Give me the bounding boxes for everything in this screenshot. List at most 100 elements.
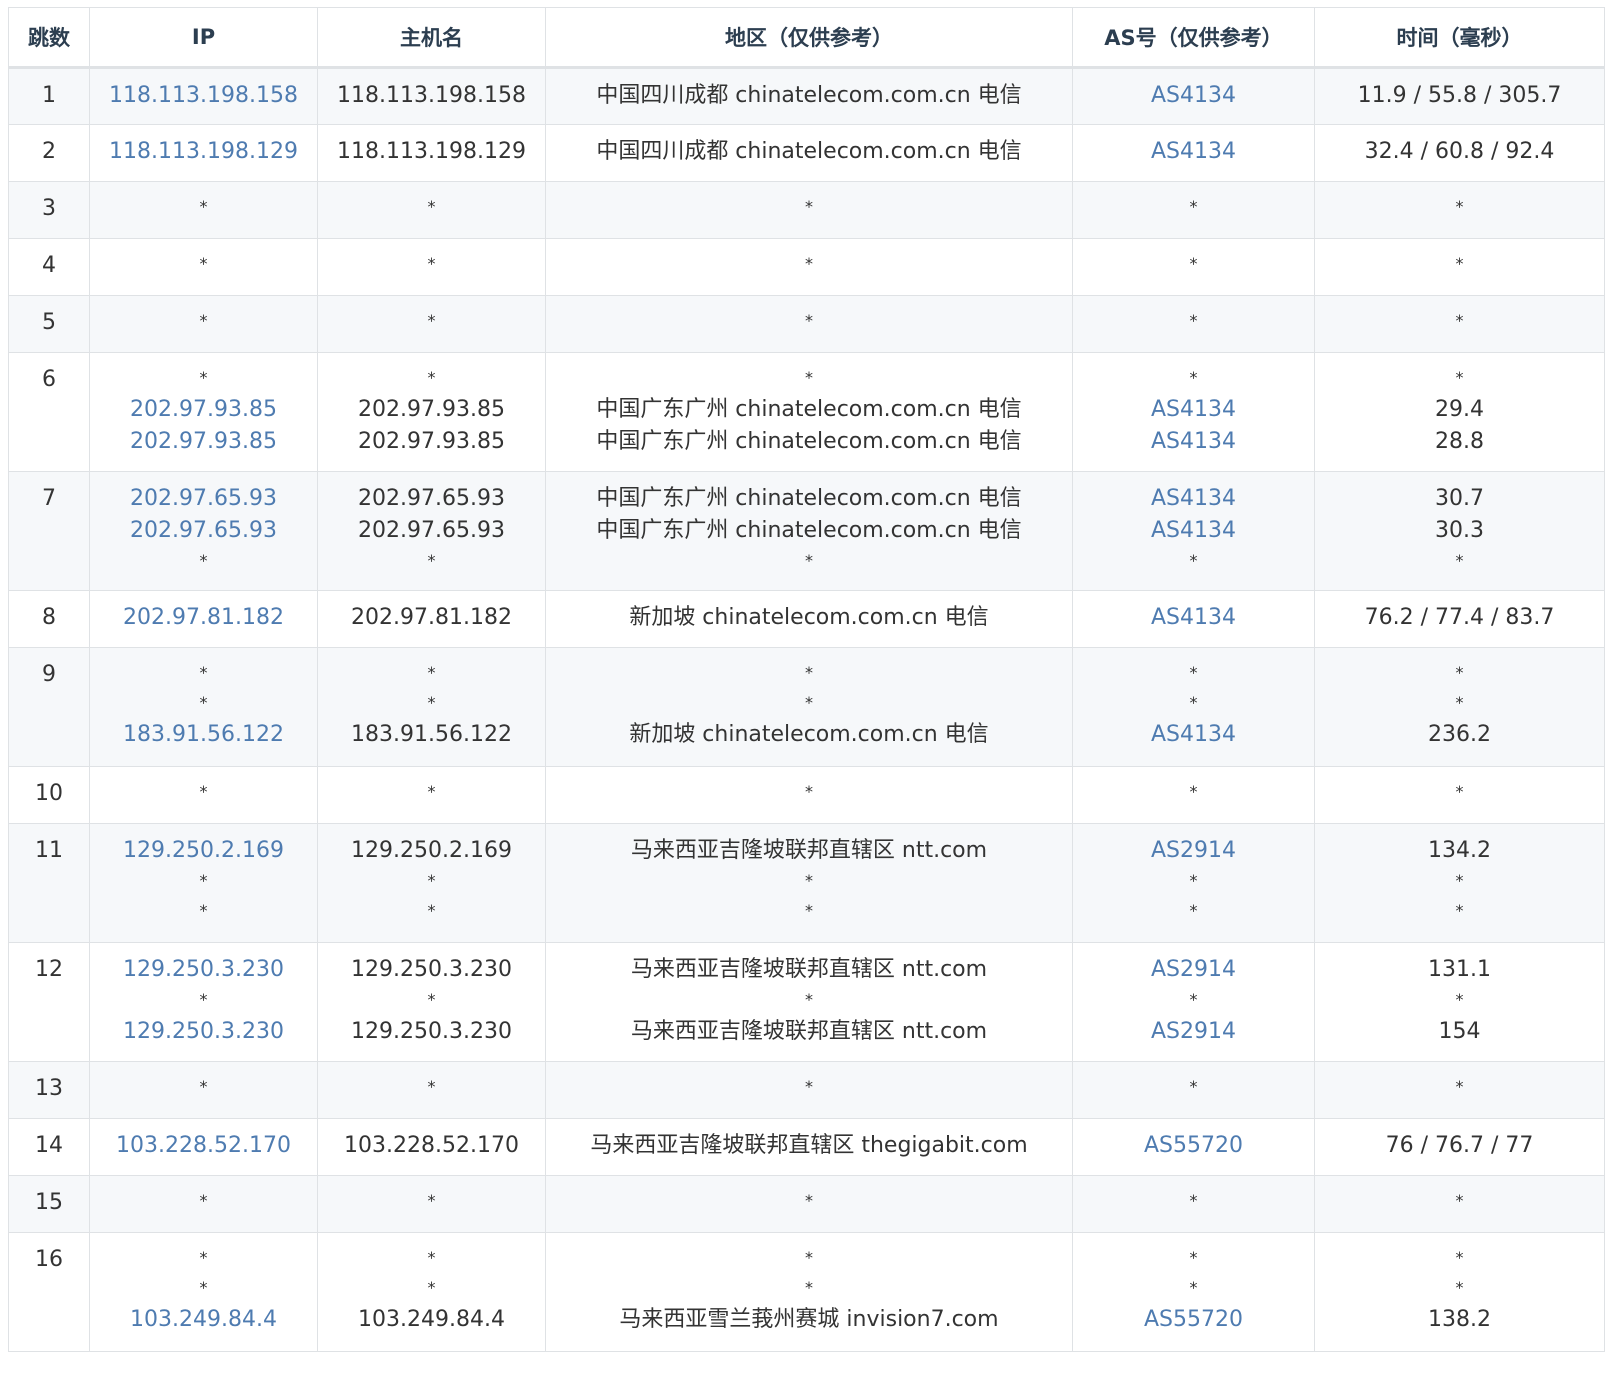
table-row: 16 * * 103.249.84.4 * * 103.249.84.4 * * 马来西亚雪兰莪州… bbox=[8, 1232, 1605, 1352]
ip-cell: * * 103.249.84.4 bbox=[89, 1232, 318, 1352]
hop-cell: 12 bbox=[8, 942, 90, 1062]
as-cell: AS4134 bbox=[1072, 124, 1315, 182]
as-value-link[interactable]: AS2914 bbox=[1077, 954, 1310, 986]
timeout-marker: * bbox=[427, 368, 436, 387]
hostname-cell: * bbox=[317, 238, 546, 296]
timeout-marker: * bbox=[199, 871, 208, 890]
ip-value-link[interactable]: 202.97.81.182 bbox=[94, 602, 313, 634]
host-value: 118.113.198.158 bbox=[337, 83, 526, 108]
ip-value-link[interactable]: 202.97.93.85 bbox=[94, 426, 313, 458]
hostname-cell: * * 183.91.56.122 bbox=[317, 647, 546, 767]
timeout-marker: * bbox=[199, 990, 208, 1009]
as-value-link[interactable]: AS4134 bbox=[1077, 426, 1310, 458]
as-value-link[interactable]: AS4134 bbox=[1077, 136, 1310, 168]
as-value-link[interactable]: AS4134 bbox=[1077, 515, 1310, 547]
ip-value-link[interactable]: 202.97.93.85 bbox=[94, 394, 313, 426]
ip-value-link[interactable]: 129.250.3.230 bbox=[94, 1016, 313, 1048]
timeout-marker: * bbox=[199, 551, 208, 570]
as-value-link[interactable]: AS55720 bbox=[1077, 1130, 1310, 1162]
as-value-link[interactable]: AS2914 bbox=[1077, 835, 1310, 867]
timeout-marker: * bbox=[427, 1077, 436, 1096]
time-cell: * bbox=[1314, 766, 1605, 824]
timeout-marker: * bbox=[1455, 782, 1464, 801]
timeout-marker: * bbox=[427, 551, 436, 570]
hop-number: 1 bbox=[42, 83, 56, 108]
hop-number: 12 bbox=[35, 957, 63, 982]
ip-cell: * bbox=[89, 181, 318, 239]
ip-value-link[interactable]: 129.250.3.230 bbox=[94, 954, 313, 986]
as-value-link[interactable]: AS4134 bbox=[1077, 80, 1310, 112]
ip-value-link[interactable]: 202.97.65.93 bbox=[94, 483, 313, 515]
table-row: 15 * * * * * bbox=[8, 1175, 1605, 1233]
timeout-marker: * bbox=[1189, 1191, 1198, 1210]
hop-number: 14 bbox=[35, 1133, 63, 1158]
timeout-marker: * bbox=[805, 311, 813, 330]
table-row: 13 * * * * * bbox=[8, 1061, 1605, 1119]
header-time: 时间（毫秒） bbox=[1314, 7, 1605, 69]
timeout-marker: * bbox=[199, 782, 208, 801]
host-value: 202.97.65.93 bbox=[358, 518, 505, 543]
time-value: 76.2 / 77.4 / 83.7 bbox=[1364, 605, 1555, 630]
as-cell: AS2914 * * bbox=[1072, 823, 1315, 943]
traceroute-table-container: 跳数 IP 主机名 地区（仅供参考） AS号（仅供参考） 时间（毫秒） 1 118… bbox=[8, 7, 1605, 1352]
timeout-marker: * bbox=[199, 693, 208, 712]
as-value-link[interactable]: AS4134 bbox=[1077, 394, 1310, 426]
time-value: 29.4 bbox=[1435, 397, 1484, 422]
time-value: 30.7 bbox=[1435, 486, 1484, 511]
region-cell: * bbox=[545, 238, 1073, 296]
table-row: 5 * * * * * bbox=[8, 295, 1605, 353]
hop-cell: 4 bbox=[8, 238, 90, 296]
as-value-link[interactable]: AS4134 bbox=[1077, 719, 1310, 751]
region-value: 中国广东广州 chinatelecom.com.cn 电信 bbox=[596, 518, 1022, 543]
region-cell: 马来西亚吉隆坡联邦直辖区 thegigabit.com bbox=[545, 1118, 1073, 1176]
timeout-marker: * bbox=[1455, 693, 1464, 712]
as-value-link[interactable]: AS2914 bbox=[1077, 1016, 1310, 1048]
ip-value-link[interactable]: 118.113.198.158 bbox=[94, 80, 313, 112]
time-value: 138.2 bbox=[1428, 1307, 1491, 1332]
region-cell: * * 马来西亚雪兰莪州赛城 invision7.com bbox=[545, 1232, 1073, 1352]
ip-value-link[interactable]: 129.250.2.169 bbox=[94, 835, 313, 867]
timeout-marker: * bbox=[805, 663, 813, 682]
header-region: 地区（仅供参考） bbox=[545, 7, 1073, 69]
region-value: 中国广东广州 chinatelecom.com.cn 电信 bbox=[596, 397, 1022, 422]
time-cell: * 29.4 28.8 bbox=[1314, 352, 1605, 472]
time-value: 134.2 bbox=[1428, 838, 1491, 863]
as-cell: AS4134 bbox=[1072, 67, 1315, 125]
region-cell: * 中国广东广州 chinatelecom.com.cn 电信 中国广东广州 chi… bbox=[545, 352, 1073, 472]
time-value: 236.2 bbox=[1428, 722, 1491, 747]
table-header: 跳数 IP 主机名 地区（仅供参考） AS号（仅供参考） 时间（毫秒） bbox=[8, 7, 1605, 69]
timeout-marker: * bbox=[1455, 1248, 1464, 1267]
as-cell: * bbox=[1072, 766, 1315, 824]
hop-cell: 6 bbox=[8, 352, 90, 472]
hostname-cell: 202.97.81.182 bbox=[317, 590, 546, 648]
host-value: 183.91.56.122 bbox=[351, 722, 512, 747]
timeout-marker: * bbox=[805, 901, 813, 920]
timeout-marker: * bbox=[805, 1278, 813, 1297]
as-value-link[interactable]: AS55720 bbox=[1077, 1304, 1310, 1336]
region-value: 马来西亚吉隆坡联邦直辖区 ntt.com bbox=[630, 1019, 988, 1044]
time-value: 11.9 / 55.8 / 305.7 bbox=[1357, 83, 1562, 108]
hop-cell: 13 bbox=[8, 1061, 90, 1119]
timeout-marker: * bbox=[805, 197, 813, 216]
ip-value-link[interactable]: 103.249.84.4 bbox=[94, 1304, 313, 1336]
as-value-link[interactable]: AS4134 bbox=[1077, 483, 1310, 515]
timeout-marker: * bbox=[199, 1248, 208, 1267]
hostname-cell: 129.250.3.230 * 129.250.3.230 bbox=[317, 942, 546, 1062]
ip-value-link[interactable]: 118.113.198.129 bbox=[94, 136, 313, 168]
time-cell: 76.2 / 77.4 / 83.7 bbox=[1314, 590, 1605, 648]
table-row: 12 129.250.3.230 * 129.250.3.230 129.250.3.2… bbox=[8, 942, 1605, 1062]
timeout-marker: * bbox=[1455, 551, 1464, 570]
ip-cell: 118.113.198.129 bbox=[89, 124, 318, 182]
as-value-link[interactable]: AS4134 bbox=[1077, 602, 1310, 634]
as-cell: * * AS4134 bbox=[1072, 647, 1315, 767]
timeout-marker: * bbox=[1455, 368, 1464, 387]
region-value: 马来西亚吉隆坡联邦直辖区 ntt.com bbox=[630, 838, 988, 863]
hop-number: 3 bbox=[42, 196, 56, 221]
ip-value-link[interactable]: 103.228.52.170 bbox=[94, 1130, 313, 1162]
timeout-marker: * bbox=[805, 990, 813, 1009]
host-value: 103.228.52.170 bbox=[344, 1133, 519, 1158]
ip-value-link[interactable]: 202.97.65.93 bbox=[94, 515, 313, 547]
region-cell: * bbox=[545, 1175, 1073, 1233]
hop-number: 7 bbox=[42, 486, 56, 511]
ip-value-link[interactable]: 183.91.56.122 bbox=[94, 719, 313, 751]
